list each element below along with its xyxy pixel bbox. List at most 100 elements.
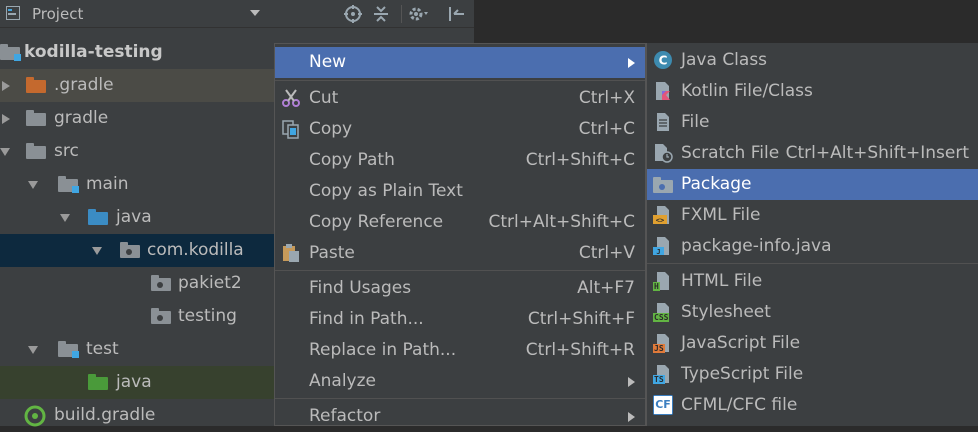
menu-item-shortcut: Alt+F7 <box>577 278 635 298</box>
tree-item-label: build.gradle <box>54 405 156 425</box>
css-file-icon: CSS <box>653 302 673 322</box>
tree-item-label: pakiet2 <box>178 273 242 293</box>
menu-separator <box>647 263 978 264</box>
menu-item-paste[interactable]: Paste Ctrl+V <box>275 238 645 269</box>
fxml-file-icon: <> <box>653 206 669 225</box>
java-file-icon: J <box>653 237 669 256</box>
menu-item-label: Copy Reference <box>309 212 444 232</box>
menu-item-label: Find Usages <box>309 278 412 298</box>
expand-arrow-icon[interactable] <box>28 181 38 189</box>
submenu-arrow-icon <box>628 377 635 387</box>
submenu-item-scratch-file[interactable]: Scratch File Ctrl+Alt+Shift+Insert <box>647 138 978 169</box>
cfml-file-icon: CF <box>653 395 673 415</box>
submenu-item-java-class[interactable]: C Java Class <box>647 45 978 76</box>
submenu-item-label: HTML File <box>681 271 763 291</box>
folder-icon <box>26 77 46 93</box>
menu-item-label: Cut <box>309 88 339 108</box>
submenu-item-javascript-file[interactable]: JS JavaScript File <box>647 328 978 359</box>
submenu-item-html-file[interactable]: H HTML File <box>647 266 978 297</box>
menu-item-copy-plain-text[interactable]: Copy as Plain Text <box>275 176 645 207</box>
file-type-badge: TS <box>653 375 665 384</box>
collapsed-arrow-icon[interactable] <box>2 114 10 124</box>
submenu-item-label: JavaScript File <box>681 333 801 353</box>
collapse-all-icon[interactable] <box>371 4 391 24</box>
folder-icon <box>26 110 46 126</box>
menu-item-refactor[interactable]: Refactor <box>275 401 645 426</box>
expand-arrow-icon[interactable] <box>60 214 70 222</box>
menu-item-label: Replace in Path... <box>309 340 457 360</box>
submenu-item-label: TypeScript File <box>681 364 804 384</box>
menu-separator <box>275 270 645 271</box>
project-view-icon <box>6 6 20 20</box>
tree-item-label: test <box>86 339 119 359</box>
submenu-item-label: Stylesheet <box>681 302 771 322</box>
submenu-item-stylesheet[interactable]: CSS Stylesheet <box>647 297 978 328</box>
expand-arrow-icon[interactable] <box>92 247 102 255</box>
javascript-file-icon: JS <box>653 333 673 353</box>
submenu-item-label: Java Class <box>681 50 768 70</box>
menu-item-new[interactable]: New <box>275 47 645 78</box>
menu-item-label: Analyze <box>309 371 376 391</box>
submenu-item-cfml-file[interactable]: CF CFML/CFC file <box>647 390 978 421</box>
menu-item-label: Copy as Plain Text <box>309 181 463 201</box>
toolbar-divider <box>401 5 402 23</box>
submenu-item-package-info[interactable]: J package-info.java <box>647 231 978 262</box>
menu-item-replace-in-path[interactable]: Replace in Path... Ctrl+Shift+R <box>275 335 645 366</box>
expand-arrow-icon[interactable] <box>28 346 38 354</box>
dropdown-arrow-icon[interactable] <box>249 7 261 19</box>
context-menu[interactable]: New Cut Ctrl+X Copy Ctrl+C Copy Path Ctr… <box>274 43 646 426</box>
submenu-item-package[interactable]: Package <box>647 169 978 200</box>
menu-item-label: Find in Path... <box>309 309 424 329</box>
expand-arrow-icon[interactable] <box>0 148 10 156</box>
submenu-arrow-icon <box>628 58 635 68</box>
new-submenu[interactable]: C Java Class Kotlin File/Class File Scra… <box>646 43 978 426</box>
package-icon <box>653 177 673 193</box>
module-folder-icon <box>0 44 21 61</box>
html-file-icon: H <box>653 271 673 291</box>
file-type-badge: CF <box>654 396 672 414</box>
menu-item-analyze[interactable]: Analyze <box>275 366 645 397</box>
submenu-item-label: package-info.java <box>681 236 832 256</box>
submenu-item-file[interactable]: File <box>647 107 978 138</box>
scratch-file-icon <box>655 144 673 163</box>
typescript-file-icon: TS <box>653 364 673 384</box>
menu-item-shortcut: Ctrl+V <box>578 243 635 263</box>
package-icon <box>120 242 140 258</box>
submenu-item-typescript-file[interactable]: TS TypeScript File <box>647 359 978 390</box>
menu-item-copy-path[interactable]: Copy Path Ctrl+Shift+C <box>275 145 645 176</box>
project-view-title[interactable]: Project <box>32 5 83 23</box>
menu-item-shortcut: Ctrl+Shift+R <box>525 340 635 360</box>
settings-gear-icon[interactable] <box>407 4 429 24</box>
scroll-from-source-icon[interactable] <box>343 4 363 24</box>
submenu-item-label: File <box>681 112 710 132</box>
source-root-folder-icon <box>58 176 79 193</box>
menu-separator <box>275 80 645 81</box>
source-folder-icon <box>88 209 108 225</box>
submenu-item-fxml-file[interactable]: <> FXML File <box>647 200 978 231</box>
tree-item-label: java <box>116 207 152 227</box>
file-type-badge: JS <box>653 344 665 353</box>
hide-panel-icon[interactable] <box>447 4 467 24</box>
menu-item-shortcut: Ctrl+Shift+C <box>525 150 635 170</box>
submenu-item-label: FXML File <box>681 205 761 225</box>
menu-item-copy-reference[interactable]: Copy Reference Ctrl+Alt+Shift+C <box>275 207 645 238</box>
menu-separator <box>275 398 645 399</box>
tree-item-label: src <box>54 141 79 161</box>
menu-item-cut[interactable]: Cut Ctrl+X <box>275 83 645 114</box>
menu-item-shortcut: Ctrl+C <box>578 119 635 139</box>
menu-item-copy[interactable]: Copy Ctrl+C <box>275 114 645 145</box>
menu-item-find-usages[interactable]: Find Usages Alt+F7 <box>275 273 645 304</box>
submenu-item-shortcut: Ctrl+Alt+Shift+Insert <box>785 143 969 163</box>
java-class-icon: C <box>654 51 672 69</box>
package-icon <box>151 275 171 291</box>
menu-item-label: Refactor <box>309 406 381 426</box>
tree-item-label: main <box>86 174 129 194</box>
tree-item-label: kodilla-testing <box>24 42 163 62</box>
copy-icon <box>282 120 299 139</box>
menu-item-shortcut: Ctrl+Shift+F <box>527 309 635 329</box>
menu-item-label: Copy <box>309 119 353 139</box>
submenu-item-label: CFML/CFC file <box>681 395 798 415</box>
collapsed-arrow-icon[interactable] <box>2 81 10 91</box>
menu-item-find-in-path[interactable]: Find in Path... Ctrl+Shift+F <box>275 304 645 335</box>
submenu-item-kotlin-file[interactable]: Kotlin File/Class <box>647 76 978 107</box>
